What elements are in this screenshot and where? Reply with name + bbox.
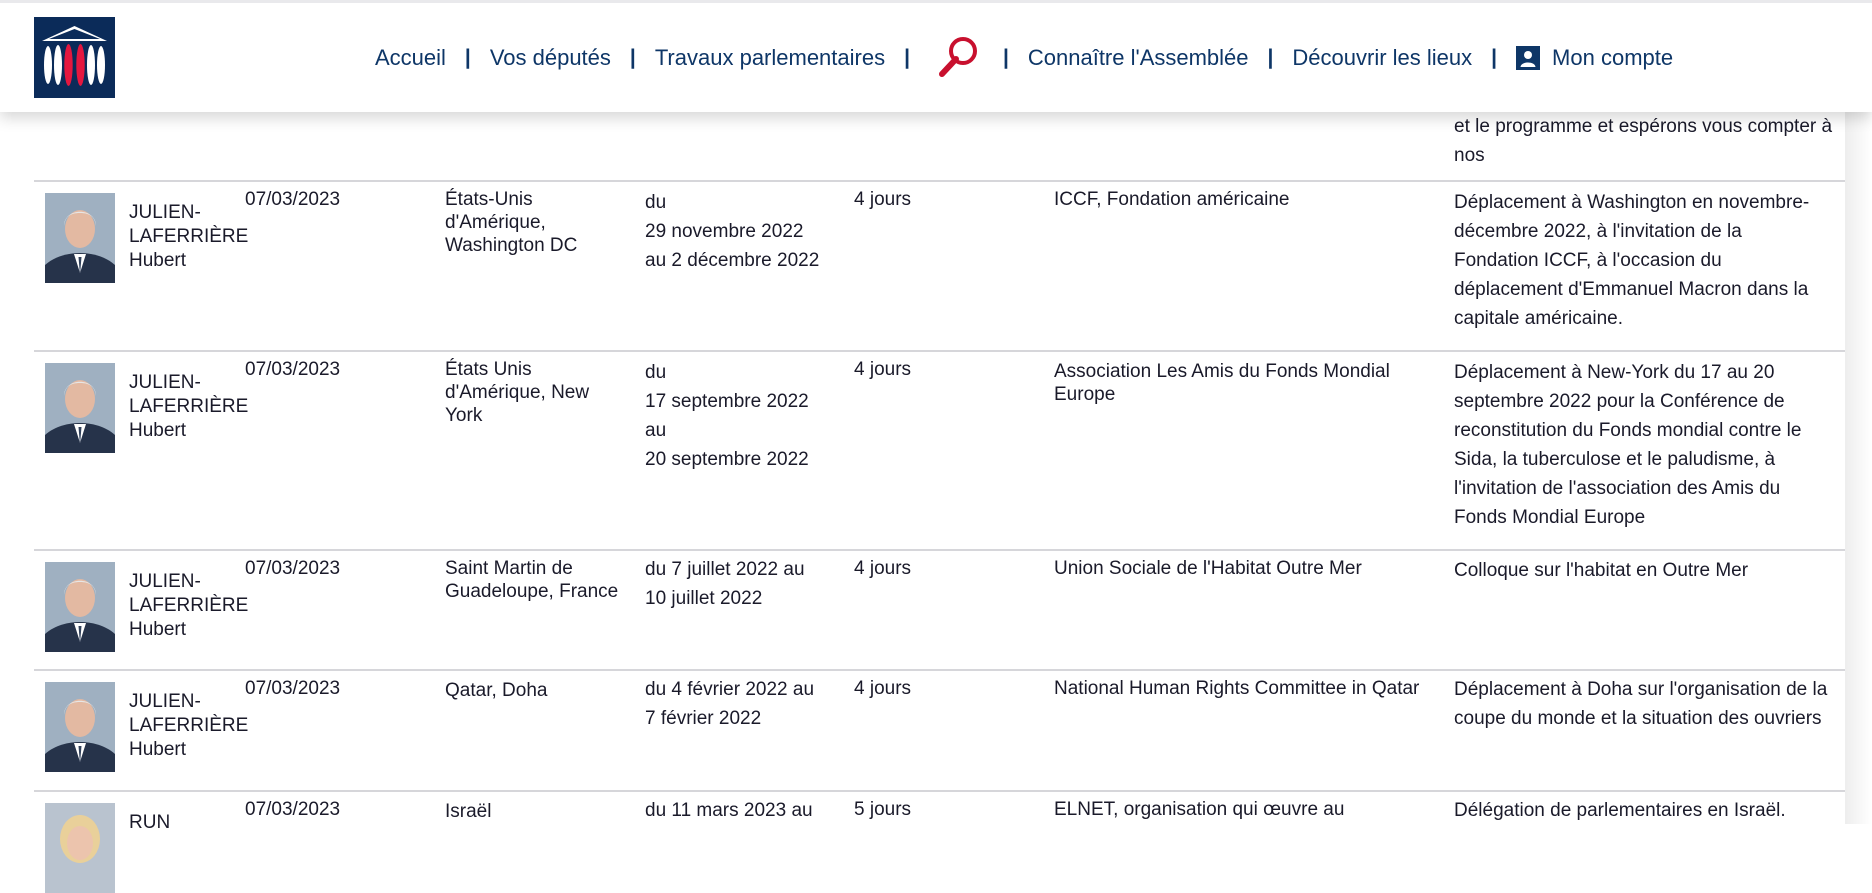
destination-cell: États-Unis d'Amérique, Washington DC (445, 189, 578, 256)
account-link[interactable]: Mon compte (1516, 45, 1673, 71)
table-row: JULIEN- LAFERRIÈRE Hubert 07/03/2023 Qat… (34, 671, 1845, 792)
period-cell: du 29 novembre 2022 au 2 décembre 2022 (645, 192, 820, 271)
nav-separator: | (464, 45, 471, 69)
deputy-name[interactable]: JULIEN- LAFERRIÈRE Hubert (129, 570, 248, 642)
declarations-table: et le programme et espérons vous compter… (34, 112, 1845, 893)
organizer-cell: ICCF, Fondation américaine (1054, 189, 1290, 210)
site-header: Accueil | Vos députés | Travaux parlemen… (0, 3, 1872, 112)
purpose-cell: Déplacement à New-York du 17 au 20 septe… (1454, 362, 1802, 528)
destination-cell: États Unis d'Amérique, New York (445, 359, 590, 426)
duration-cell: 5 jours (854, 799, 912, 820)
duration-cell: 4 jours (854, 359, 912, 380)
destination-cell: Saint Martin de Guadeloupe, France (445, 558, 619, 602)
declaration-date: 07/03/2023 (245, 359, 341, 380)
nav-separator: | (629, 45, 636, 69)
nav-travaux-parlementaires[interactable]: Travaux parlementaires (655, 45, 885, 71)
declaration-date: 07/03/2023 (245, 558, 341, 579)
organizer-cell: National Human Rights Committee in Qatar (1054, 678, 1420, 699)
organizer-cell: Union Sociale de l'Habitat Outre Mer (1054, 558, 1362, 579)
deputy-photo[interactable] (45, 682, 115, 772)
nav-connaitre-assemblee[interactable]: Connaître l'Assemblée (1028, 45, 1249, 71)
deputy-photo[interactable] (45, 193, 115, 283)
table-row-partial: et le programme et espérons vous compter… (34, 112, 1845, 182)
account-label[interactable]: Mon compte (1552, 45, 1673, 71)
deputy-name[interactable]: JULIEN- LAFERRIÈRE Hubert (129, 201, 248, 273)
top-border (0, 0, 1872, 3)
table-row: JULIEN- LAFERRIÈRE Hubert 07/03/2023 Sai… (34, 551, 1845, 671)
purpose-cell: et le programme et espérons vous compter… (1454, 116, 1833, 166)
organizer-cell: Association Les Amis du Fonds Mondial Eu… (1054, 361, 1390, 405)
deputy-photo[interactable] (45, 562, 115, 652)
nav-vos-deputes[interactable]: Vos députés (490, 45, 611, 71)
period-cell: du 7 juillet 2022 au 10 juillet 2022 (645, 559, 805, 609)
nav-separator: | (1267, 45, 1274, 69)
purpose-cell: Déplacement à Washington en novembre- dé… (1454, 192, 1810, 329)
deputy-name[interactable]: RUN (129, 811, 170, 835)
purpose-cell: Délégation de parlementaires en Israël. (1454, 800, 1786, 821)
deputy-photo[interactable] (45, 803, 115, 893)
deputy-name[interactable]: JULIEN- LAFERRIÈRE Hubert (129, 690, 248, 762)
nav-separator: | (1002, 45, 1009, 69)
period-cell: du 11 mars 2023 au (645, 800, 813, 821)
table-row: RUN 07/03/2023 Israël du 11 mars 2023 au… (34, 792, 1845, 893)
period-cell: du 4 février 2022 au 7 février 2022 (645, 679, 815, 729)
purpose-cell: Déplacement à Doha sur l'organisation de… (1454, 679, 1828, 729)
table-row: JULIEN- LAFERRIÈRE Hubert 07/03/2023 Éta… (34, 352, 1845, 551)
duration-cell: 4 jours (854, 558, 912, 579)
user-account-icon (1516, 45, 1541, 70)
page-edge-shadow (1845, 112, 1872, 824)
nav-accueil[interactable]: Accueil (375, 45, 446, 71)
period-cell: du 17 septembre 2022 au 20 septembre 202… (645, 362, 809, 470)
declaration-date: 07/03/2023 (245, 678, 341, 699)
duration-cell: 4 jours (854, 189, 912, 210)
organizer-cell: ELNET, organisation qui œuvre au (1054, 799, 1345, 820)
nav-separator: | (904, 45, 910, 69)
hemicycle-logo-icon (34, 17, 115, 98)
main-nav: Accueil | Vos députés | Travaux parlemen… (375, 3, 1673, 112)
deputy-name[interactable]: JULIEN- LAFERRIÈRE Hubert (129, 371, 248, 443)
search-icon (938, 36, 977, 77)
declaration-date: 07/03/2023 (245, 189, 341, 210)
duration-cell: 4 jours (854, 678, 912, 699)
table-row: JULIEN- LAFERRIÈRE Hubert 07/03/2023 Éta… (34, 182, 1845, 352)
destination-cell: Qatar, Doha (445, 680, 548, 701)
nav-decouvrir-lieux[interactable]: Découvrir les lieux (1292, 45, 1472, 71)
purpose-cell: Colloque sur l'habitat en Outre Mer (1454, 560, 1749, 581)
destination-cell: Israël (445, 801, 492, 822)
nav-separator: | (1491, 45, 1498, 69)
search-button[interactable] (933, 34, 981, 82)
assemblee-logo[interactable] (34, 17, 115, 98)
declaration-date: 07/03/2023 (245, 799, 341, 820)
deputy-photo[interactable] (45, 363, 115, 453)
